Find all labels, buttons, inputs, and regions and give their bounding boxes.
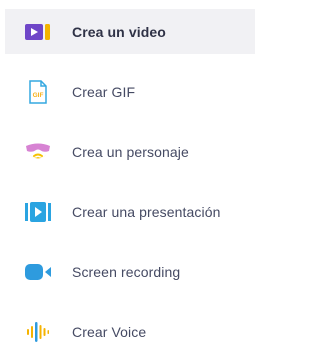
presentation-play-icon: [24, 200, 52, 224]
menu-item-label: Screen recording: [72, 263, 181, 280]
menu-item-label: Crear una presentación: [72, 203, 221, 220]
video-camera-icon: [24, 20, 52, 44]
character-sunglasses-icon: [24, 140, 52, 164]
menu-item-screen-recording[interactable]: Screen recording: [5, 249, 255, 294]
menu-item-create-character[interactable]: Crea un personaje: [5, 129, 255, 174]
voice-waveform-icon: [24, 320, 52, 344]
menu-item-label: Crea un personaje: [72, 143, 189, 160]
menu-item-create-presentation[interactable]: Crear una presentación: [5, 189, 255, 234]
gif-icon-text: GIF: [33, 92, 44, 99]
menu-item-label: Crear Voice: [72, 323, 147, 340]
menu-item-create-video[interactable]: Crea un video: [5, 9, 255, 54]
menu-item-create-voice[interactable]: Crear Voice: [5, 309, 255, 354]
menu-item-label: Crear GIF: [72, 83, 136, 100]
create-menu: Crea un video GIF Crear GIF Crea un pers…: [0, 0, 260, 342]
menu-item-create-gif[interactable]: GIF Crear GIF: [5, 69, 255, 114]
screen-recording-camera-icon: [24, 260, 52, 284]
gif-file-icon: GIF: [24, 79, 52, 104]
menu-item-label: Crea un video: [72, 23, 166, 40]
